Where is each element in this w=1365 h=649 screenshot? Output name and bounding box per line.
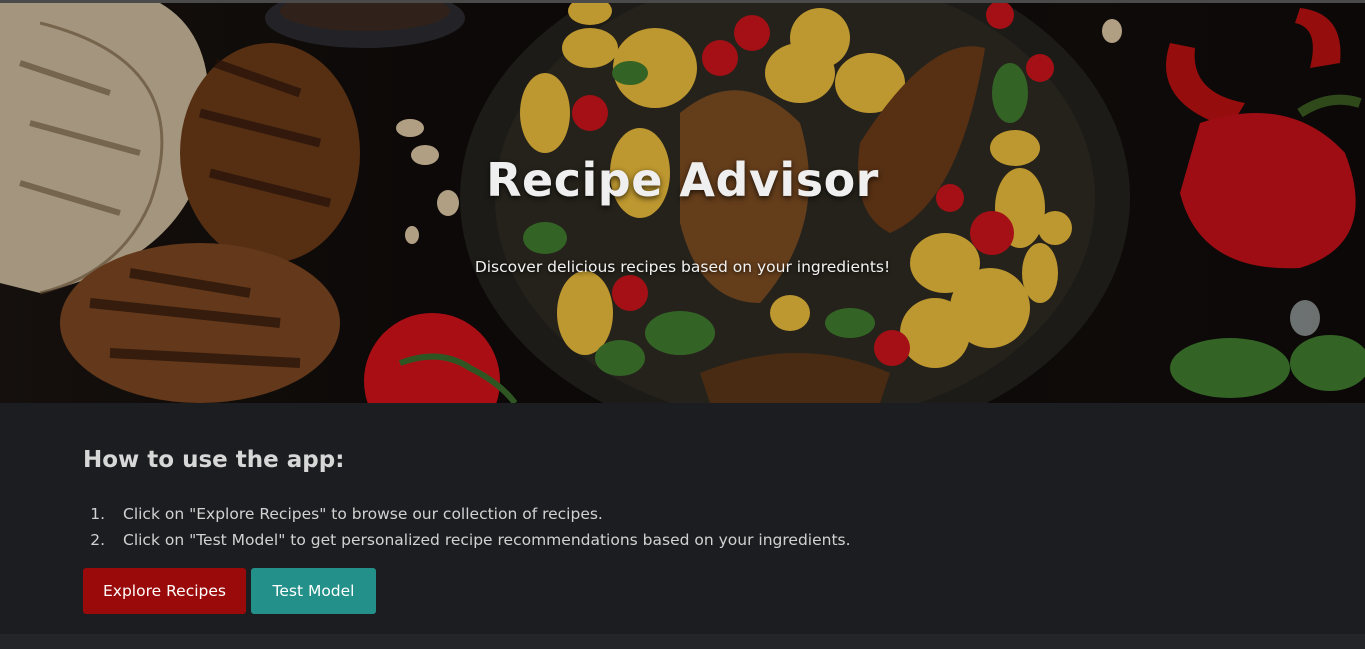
list-item: 1. Click on "Explore Recipes" to browse … — [83, 501, 851, 527]
step-text: Click on "Test Model" to get personalize… — [123, 531, 851, 549]
test-model-button[interactable]: Test Model — [251, 568, 376, 614]
hero-subtitle: Discover delicious recipes based on your… — [474, 258, 891, 276]
list-item: 2. Click on "Test Model" to get personal… — [83, 527, 851, 553]
hero-title: Recipe Advisor — [486, 153, 879, 207]
step-number: 2. — [90, 531, 105, 549]
explore-recipes-button[interactable]: Explore Recipes — [83, 568, 246, 614]
step-number: 1. — [90, 505, 105, 523]
instructions-list: 1. Click on "Explore Recipes" to browse … — [83, 501, 851, 553]
instructions-section: How to use the app: 1. Click on "Explore… — [0, 403, 1365, 634]
instructions-heading: How to use the app: — [83, 447, 345, 473]
footer-strip — [0, 634, 1365, 649]
hero-banner: Recipe Advisor Discover delicious recipe… — [0, 3, 1365, 403]
step-text: Click on "Explore Recipes" to browse our… — [123, 505, 603, 523]
